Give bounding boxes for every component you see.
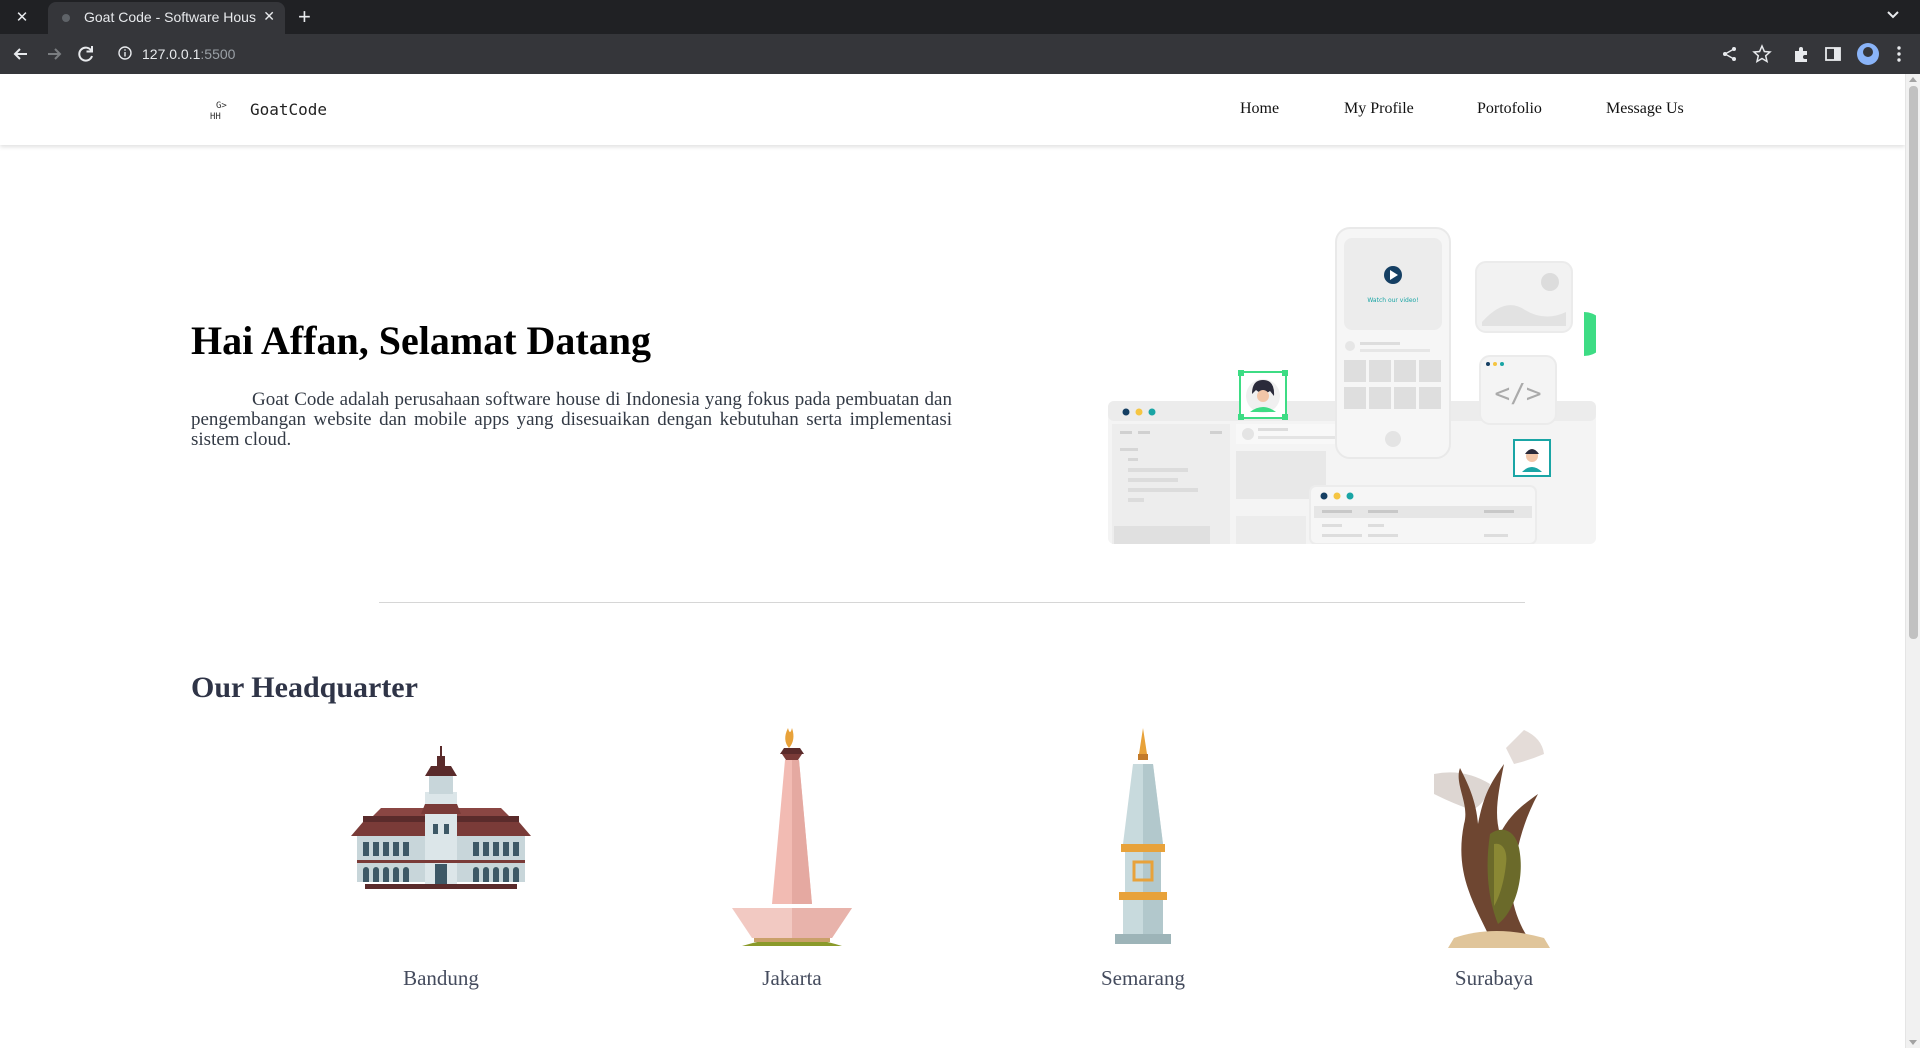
city-label-surabaya: Surabaya bbox=[1454, 966, 1534, 990]
menu-kebab-icon[interactable] bbox=[1889, 44, 1909, 64]
city-card-bandung bbox=[341, 724, 541, 974]
nav-link-home[interactable]: Home bbox=[1240, 100, 1279, 118]
page-scrollbar[interactable] bbox=[1905, 74, 1920, 1048]
city-card-semarang bbox=[1043, 724, 1243, 974]
nav-link-my-profile[interactable]: My Profile bbox=[1344, 100, 1414, 118]
hero-description: Goat Code adalah perusahaan software hou… bbox=[191, 389, 952, 450]
close-window-icon[interactable]: ✕ bbox=[12, 8, 32, 26]
browser-tab[interactable]: Goat Code - Software House ✕ bbox=[48, 2, 285, 34]
section-divider bbox=[379, 602, 1525, 603]
hero-illustration: Watch our video! </> bbox=[1108, 227, 1596, 544]
url-port: :5500 bbox=[200, 46, 236, 62]
back-icon[interactable] bbox=[10, 43, 32, 65]
scroll-up-arrow-icon[interactable] bbox=[1909, 77, 1917, 82]
tab-close-icon[interactable]: ✕ bbox=[263, 9, 275, 25]
profile-avatar-icon[interactable] bbox=[1857, 43, 1879, 65]
gedung-sate-icon bbox=[351, 746, 531, 889]
monas-icon bbox=[732, 728, 852, 946]
tab-search-chevron-icon[interactable] bbox=[1886, 8, 1900, 22]
suro-boyo-statue-icon bbox=[1434, 730, 1550, 948]
site-navbar: G> HH GoatCode Home My Profile Portofoli… bbox=[0, 74, 1905, 145]
code-glyph-icon: </> bbox=[1495, 379, 1542, 409]
city-label-semarang: Semarang bbox=[1101, 966, 1185, 990]
city-label-bandung: Bandung bbox=[403, 966, 479, 990]
new-tab-plus-icon[interactable]: + bbox=[298, 4, 311, 30]
brand-name[interactable]: GoatCode bbox=[250, 100, 327, 119]
info-icon[interactable] bbox=[118, 46, 132, 60]
star-icon[interactable] bbox=[1752, 44, 1772, 64]
nav-link-portofolio[interactable]: Portofolio bbox=[1477, 100, 1542, 118]
favicon-icon bbox=[62, 14, 70, 22]
browser-tab-bar: ✕ Goat Code - Software House ✕ + bbox=[0, 0, 1920, 34]
page-viewport: G> HH GoatCode Home My Profile Portofoli… bbox=[0, 74, 1920, 1048]
logo-glyph-bottom: HH bbox=[210, 112, 221, 122]
nav-link-message-us[interactable]: Message Us bbox=[1606, 100, 1684, 118]
tab-title: Goat Code - Software House bbox=[84, 9, 256, 25]
reload-icon[interactable] bbox=[75, 43, 97, 65]
sidepanel-icon[interactable] bbox=[1823, 44, 1843, 64]
url-host: 127.0.0.1 bbox=[142, 46, 201, 62]
headquarter-title: Our Headquarter bbox=[191, 671, 418, 704]
city-label-jakarta: Jakarta bbox=[762, 966, 822, 990]
illustration-caption: Watch our video! bbox=[1367, 297, 1418, 304]
extensions-icon[interactable] bbox=[1791, 44, 1811, 64]
scrollbar-thumb[interactable] bbox=[1909, 86, 1918, 639]
scroll-down-arrow-icon[interactable] bbox=[1909, 1040, 1917, 1045]
share-icon[interactable] bbox=[1720, 44, 1740, 64]
goatcode-logo-icon[interactable]: G> HH bbox=[208, 98, 234, 124]
city-card-surabaya bbox=[1394, 724, 1594, 974]
hero-title: Hai Affan, Selamat Datang bbox=[191, 318, 651, 363]
url-text: 127.0.0.1:5500 bbox=[142, 46, 235, 62]
city-card-jakarta bbox=[692, 724, 892, 974]
address-bar: 127.0.0.1:5500 bbox=[0, 34, 1920, 74]
tugu-monument-icon bbox=[1115, 728, 1171, 944]
forward-icon[interactable] bbox=[43, 43, 65, 65]
url-omnibox[interactable]: 127.0.0.1:5500 bbox=[108, 38, 1758, 70]
logo-glyph-top: G> bbox=[216, 101, 227, 111]
